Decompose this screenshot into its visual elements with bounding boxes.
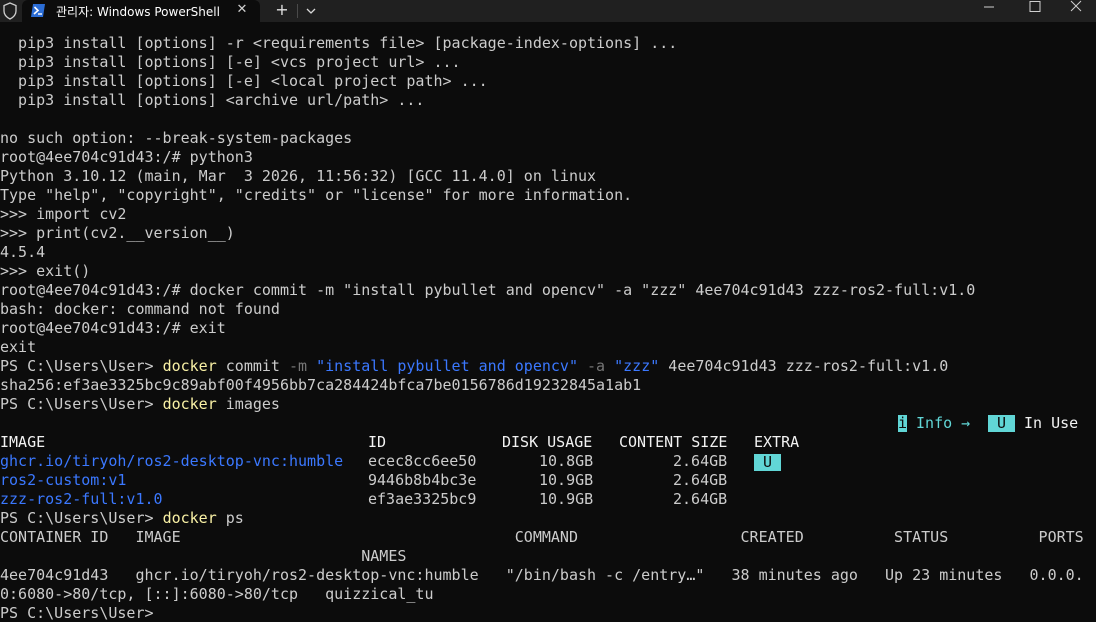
command-string: "install pybullet and opencv" bbox=[307, 357, 578, 375]
terminal-line: root@4ee704c91d43:/# python3 bbox=[0, 148, 253, 166]
images-col-disk: DISK USAGE bbox=[502, 433, 593, 451]
image-content-size: 2.64GB bbox=[673, 471, 728, 489]
in-use-badge: U bbox=[988, 415, 1015, 432]
in-use-legend-label: In Use bbox=[1015, 414, 1079, 432]
terminal-line: >>> print(cv2.__version__) bbox=[0, 224, 235, 242]
ps-table-header: CONTAINER ID IMAGE COMMAND CREATED STATU… bbox=[0, 528, 1084, 546]
command-name: docker bbox=[162, 509, 217, 527]
command-arg: commit bbox=[216, 357, 289, 375]
in-use-badge: U bbox=[754, 454, 781, 471]
command-arg: images bbox=[216, 395, 280, 413]
image-disk-usage: 10.9GB bbox=[539, 490, 594, 508]
command-name: docker bbox=[162, 395, 217, 413]
command-arg: 4ee704c91d43 zzz-ros2-full:v1.0 bbox=[659, 357, 949, 375]
terminal-line: >>> exit() bbox=[0, 262, 91, 280]
command-name: docker bbox=[162, 357, 217, 375]
terminal-output[interactable]: pip3 install [options] -r <requirements … bbox=[0, 33, 1096, 622]
image-disk-usage: 10.9GB bbox=[539, 471, 594, 489]
tab-powershell[interactable]: 관리자: Windows PowerShell ✕ bbox=[22, 0, 260, 22]
image-id: ef3ae3325bc9 bbox=[368, 490, 477, 508]
info-legend-label: Info → bbox=[907, 414, 971, 432]
ps-images-line: PS C:\Users\User> docker images bbox=[0, 395, 280, 414]
terminal-line: >>> import cv2 bbox=[0, 205, 127, 223]
ps-commit-line: PS C:\Users\User> docker commit -m "inst… bbox=[0, 357, 948, 376]
image-name-link[interactable]: ghcr.io/tiryoh/ros2-desktop-vnc:humble bbox=[0, 452, 343, 471]
ps-prompt: PS C:\Users\User> bbox=[0, 357, 163, 375]
terminal-line: no such option: --break-system-packages bbox=[0, 129, 353, 147]
terminal-line: pip3 install [options] [-e] <vcs project… bbox=[0, 53, 461, 71]
images-col-image: IMAGE bbox=[0, 433, 46, 451]
ps-prompt: PS C:\Users\User> bbox=[0, 509, 163, 527]
terminal-line: bash: docker: command not found bbox=[0, 300, 280, 318]
image-name-link[interactable]: ros2-custom:v1 bbox=[0, 471, 126, 490]
command-flag: -a bbox=[578, 357, 606, 375]
title-bar: 관리자: Windows PowerShell ✕ + bbox=[0, 0, 1096, 22]
tabbar-divider bbox=[297, 4, 298, 18]
shield-icon bbox=[3, 2, 17, 20]
terminal-line: exit bbox=[0, 338, 37, 356]
close-icon[interactable] bbox=[1056, 0, 1096, 14]
tab-close-button[interactable]: ✕ bbox=[234, 2, 250, 18]
powershell-icon bbox=[31, 4, 45, 17]
command-arg: ps bbox=[216, 509, 244, 527]
terminal-line: root@4ee704c91d43:/# docker commit -m "i… bbox=[0, 281, 976, 299]
terminal-line: pip3 install [options] -r <requirements … bbox=[0, 34, 678, 52]
chevron-down-icon[interactable] bbox=[302, 2, 320, 20]
image-id: ecec8cc6ee50 bbox=[368, 452, 477, 470]
image-name-link[interactable]: zzz-ros2-full:v1.0 bbox=[0, 490, 163, 509]
ps-prompt: PS C:\Users\User> bbox=[0, 395, 163, 413]
image-disk-usage: 10.8GB bbox=[539, 452, 594, 470]
ps-table-header: NAMES bbox=[0, 547, 407, 565]
terminal-line: pip3 install [options] <archive url/path… bbox=[0, 91, 425, 109]
maximize-icon[interactable] bbox=[1012, 0, 1058, 14]
terminal-line: pip3 install [options] [-e] <local proje… bbox=[0, 72, 488, 90]
ps-table-row: 4ee704c91d43 ghcr.io/tiryoh/ros2-desktop… bbox=[0, 566, 1084, 584]
images-col-id: ID bbox=[368, 433, 387, 451]
sha-line: sha256:ef3ae3325bc9c89abf00f4956bb7ca284… bbox=[0, 376, 642, 394]
ps-ps-line: PS C:\Users\User> docker ps bbox=[0, 509, 244, 528]
terminal-line: Python 3.10.12 (main, Mar 3 2026, 11:56:… bbox=[0, 167, 597, 185]
tab-title: 관리자: Windows PowerShell bbox=[56, 5, 220, 19]
terminal-line: Type "help", "copyright", "credits" or "… bbox=[0, 186, 633, 204]
ps-prompt[interactable]: PS C:\Users\User> bbox=[0, 604, 163, 622]
command-string: "zzz" bbox=[605, 357, 660, 375]
images-col-extra: EXTRA bbox=[754, 433, 800, 451]
image-content-size: 2.64GB bbox=[673, 490, 728, 508]
command-flag: -m bbox=[289, 357, 308, 375]
images-col-content: CONTENT SIZE bbox=[619, 433, 728, 451]
terminal-line: 4.5.4 bbox=[0, 243, 46, 261]
ps-table-row: 0:6080->80/tcp, [::]:6080->80/tcp quizzi… bbox=[0, 585, 434, 603]
image-id: 9446b8b4bc3e bbox=[368, 471, 477, 489]
minimize-icon[interactable] bbox=[966, 0, 1012, 14]
new-tab-button[interactable]: + bbox=[272, 1, 292, 19]
image-content-size: 2.64GB bbox=[673, 452, 728, 470]
info-icon: i bbox=[898, 414, 908, 432]
terminal-line: root@4ee704c91d43:/# exit bbox=[0, 319, 226, 337]
